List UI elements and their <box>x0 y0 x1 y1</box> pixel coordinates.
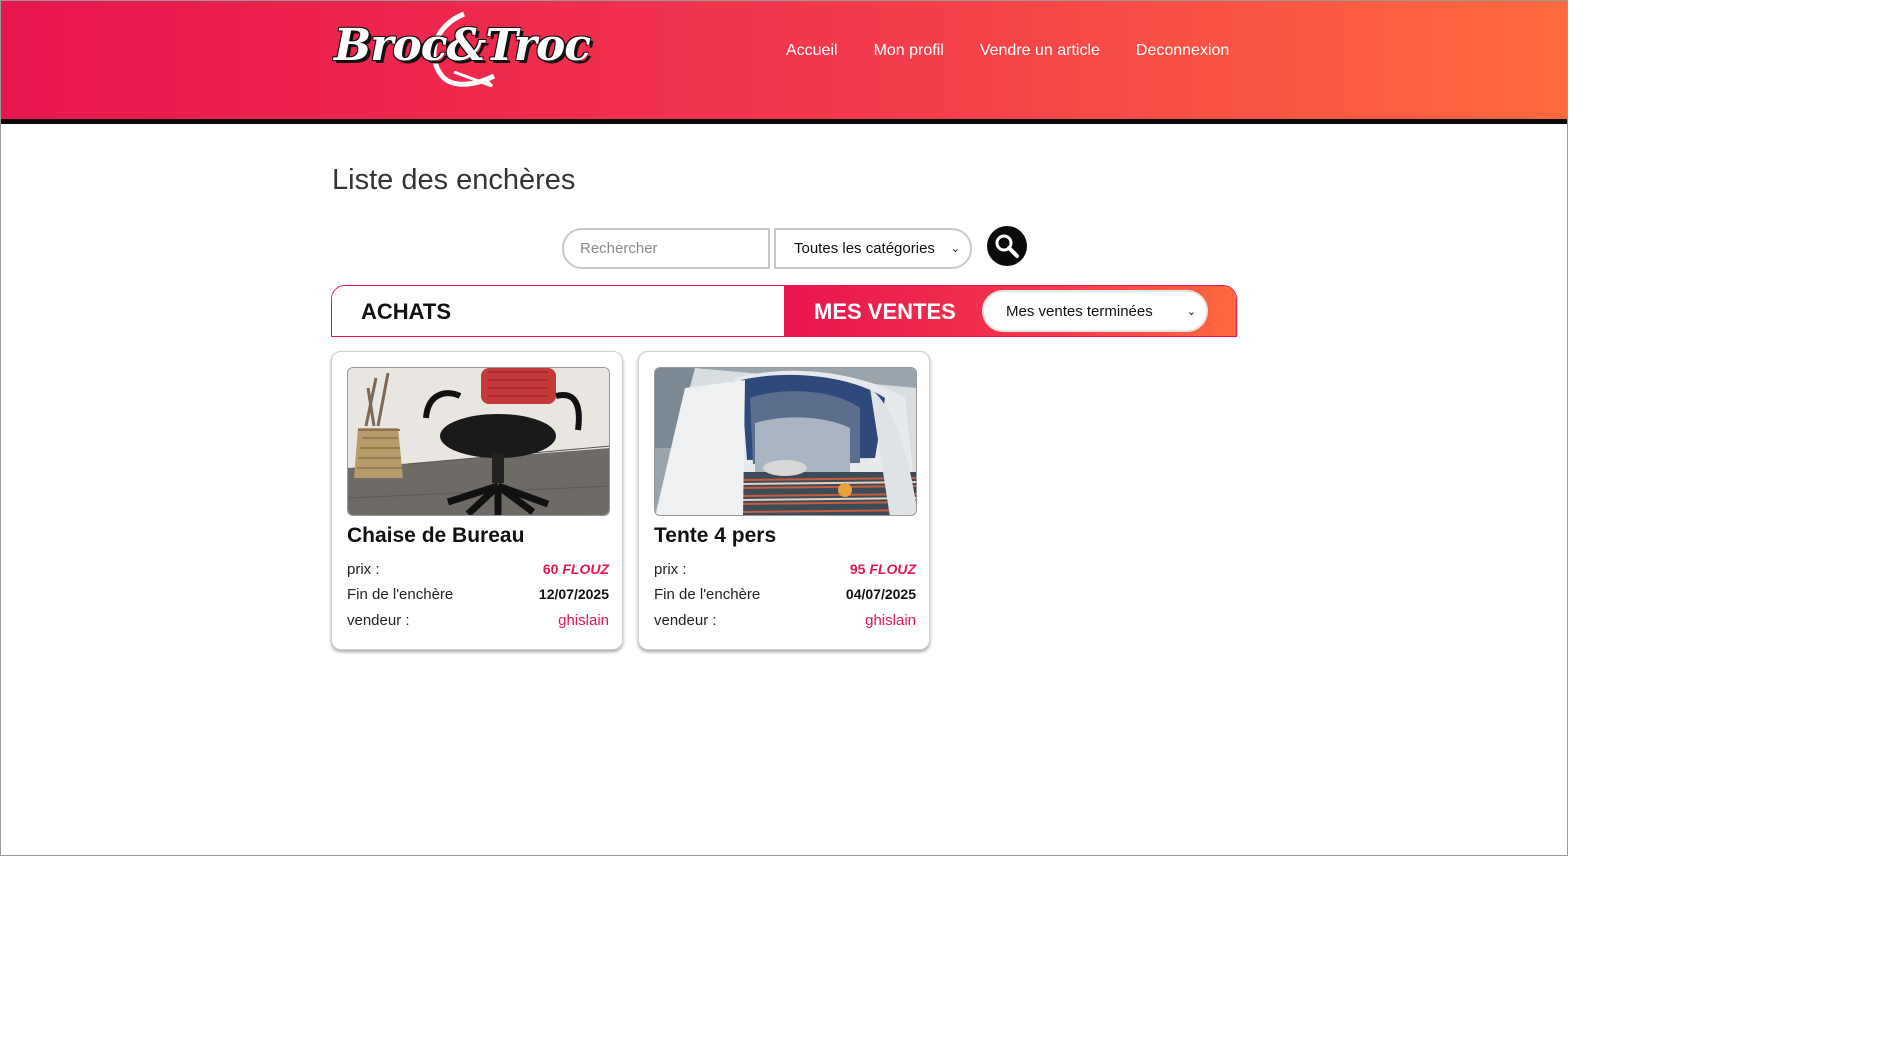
sales-filter-value: Mes ventes terminées <box>1006 302 1153 320</box>
magnifier-icon <box>995 234 1019 258</box>
price-value: 95 FLOUZ <box>849 561 916 577</box>
nav-vendre-un-article[interactable]: Vendre un article <box>980 42 1100 60</box>
end-date-label: Fin de l'enchère <box>347 586 454 603</box>
price-label: prix : <box>654 561 687 578</box>
end-date-value: 12/07/2025 <box>538 586 609 602</box>
sales-tabs: ACHATS MES VENTES Mes ventes terminées ⌄ <box>331 285 1237 337</box>
card-title[interactable]: Chaise de Bureau <box>347 524 524 548</box>
nav-accueil[interactable]: Accueil <box>786 42 838 60</box>
end-date-row: Fin de l'enchère 12/07/2025 <box>347 586 609 608</box>
price-row: prix : 60 FLOUZ <box>347 561 609 583</box>
office-chair-photo[interactable] <box>347 367 610 516</box>
price-label: prix : <box>347 561 380 578</box>
seller-link[interactable]: ghislain <box>558 612 609 629</box>
tab-achats[interactable]: ACHATS <box>332 286 784 336</box>
tab-achats-label: ACHATS <box>361 299 452 324</box>
seller-row: vendeur : ghislain <box>654 612 916 634</box>
header-bar: Broc&Troc Accueil Mon profil Vendre un a… <box>0 0 1568 124</box>
chevron-down-icon: ⌄ <box>1186 306 1196 318</box>
tent-photo[interactable] <box>654 367 917 516</box>
seller-row: vendeur : ghislain <box>347 612 609 634</box>
auction-card[interactable]: Tente 4 pers prix : 95 FLOUZ Fin de l'en… <box>638 351 930 650</box>
main-nav: Accueil Mon profil Vendre un article Dec… <box>786 42 1229 60</box>
seller-link[interactable]: ghislain <box>865 612 916 629</box>
card-title[interactable]: Tente 4 pers <box>654 524 776 548</box>
chevron-down-icon: ⌄ <box>950 243 960 255</box>
end-date-label: Fin de l'enchère <box>654 586 761 603</box>
tab-mes-ventes[interactable]: MES VENTES Mes ventes terminées ⌄ <box>784 286 1236 336</box>
seller-label: vendeur : <box>654 612 717 629</box>
end-date-row: Fin de l'enchère 04/07/2025 <box>654 586 916 608</box>
auction-card[interactable]: Chaise de Bureau prix : 60 FLOUZ Fin de … <box>331 351 623 650</box>
price-value: 60 FLOUZ <box>542 561 609 577</box>
nav-deconnexion[interactable]: Deconnexion <box>1136 42 1229 60</box>
category-select[interactable]: Toutes les catégories ⌄ <box>774 228 972 269</box>
search-input[interactable] <box>562 228 770 269</box>
tab-mes-ventes-label: MES VENTES <box>814 299 956 324</box>
nav-mon-profil[interactable]: Mon profil <box>874 42 944 60</box>
logo-text: Broc&Troc <box>334 20 591 71</box>
page-title: Liste des enchères <box>332 164 576 196</box>
price-row: prix : 95 FLOUZ <box>654 561 916 583</box>
category-select-value: Toutes les catégories <box>794 240 935 257</box>
sales-filter-select[interactable]: Mes ventes terminées ⌄ <box>982 290 1208 332</box>
search-button[interactable] <box>987 226 1027 266</box>
logo[interactable]: Broc&Troc <box>334 6 591 94</box>
seller-label: vendeur : <box>347 612 410 629</box>
end-date-value: 04/07/2025 <box>845 586 916 602</box>
